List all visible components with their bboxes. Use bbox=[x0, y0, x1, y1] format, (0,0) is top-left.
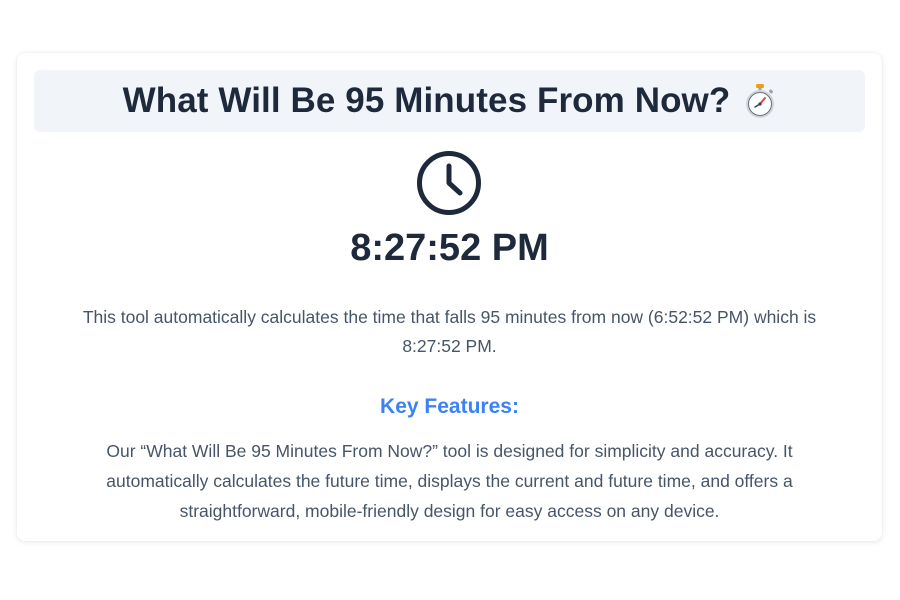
tool-description: This tool automatically calculates the t… bbox=[82, 307, 817, 356]
stopwatch-icon bbox=[744, 83, 776, 119]
key-features-text: Our “What Will Be 95 Minutes From Now?” … bbox=[106, 441, 793, 521]
future-time-display: 8:27:52 PM bbox=[350, 227, 549, 269]
tool-card: What Will Be 95 Minutes From Now? 8:27:5… bbox=[17, 53, 882, 541]
clock-icon bbox=[415, 149, 483, 217]
key-features-heading: Key Features: bbox=[380, 395, 519, 418]
title-banner: What Will Be 95 Minutes From Now? bbox=[34, 70, 865, 132]
page-title: What Will Be 95 Minutes From Now? bbox=[122, 81, 731, 120]
page-title-row: What Will Be 95 Minutes From Now? bbox=[123, 81, 777, 121]
